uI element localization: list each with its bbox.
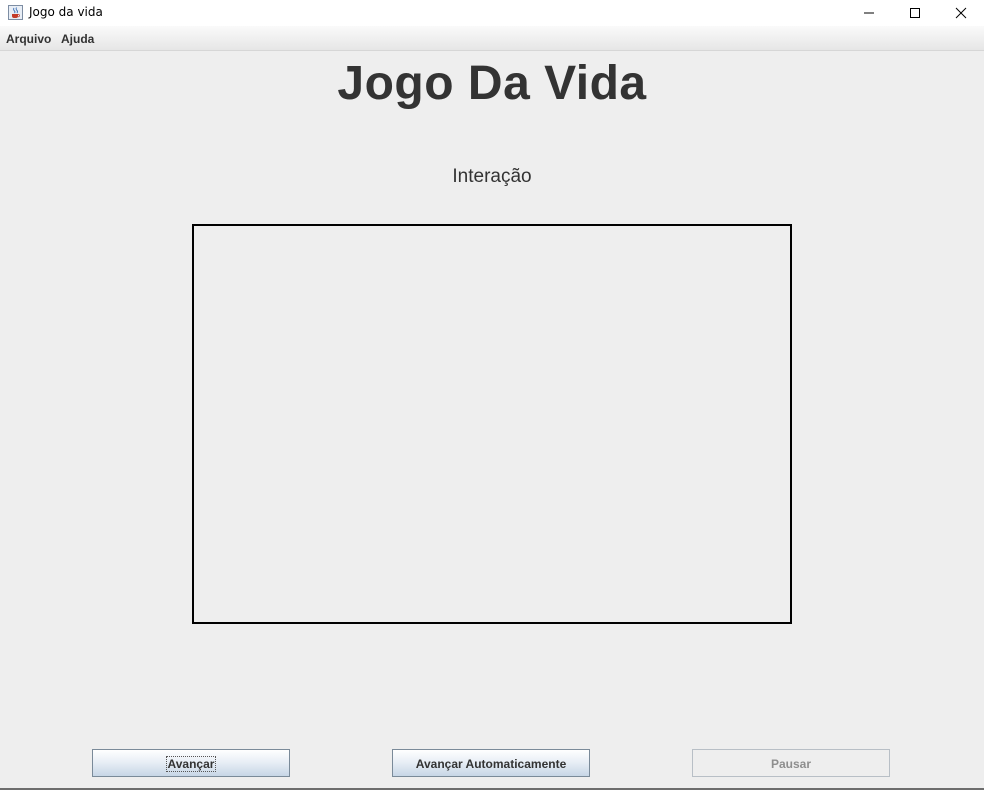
close-button[interactable] <box>938 0 984 26</box>
title-bar[interactable]: Jogo da vida <box>0 0 984 26</box>
menu-ajuda[interactable]: Ajuda <box>61 32 94 46</box>
close-icon <box>955 7 967 19</box>
minimize-button[interactable] <box>846 0 892 26</box>
auto-advance-button[interactable]: Avançar Automaticamente <box>392 749 590 777</box>
java-cup-icon <box>8 5 23 20</box>
iteration-label: Interação <box>452 166 532 187</box>
advance-button[interactable]: Avançar <box>92 749 290 777</box>
game-grid-panel[interactable] <box>192 224 792 624</box>
window-title: Jogo da vida <box>29 5 103 19</box>
pause-button-label: Pausar <box>770 757 812 771</box>
app-window: Jogo da vida Arquivo Ajuda Jogo Da Vida … <box>0 0 984 790</box>
page-title: Jogo Da Vida <box>337 57 647 110</box>
menu-bar: Arquivo Ajuda <box>0 26 984 51</box>
maximize-icon <box>910 8 920 18</box>
auto-advance-button-label: Avançar Automaticamente <box>415 757 567 771</box>
pause-button[interactable]: Pausar <box>692 749 890 777</box>
advance-button-label: Avançar <box>165 756 217 772</box>
minimize-icon <box>864 12 874 14</box>
menu-arquivo[interactable]: Arquivo <box>6 32 51 46</box>
maximize-button[interactable] <box>892 0 938 26</box>
